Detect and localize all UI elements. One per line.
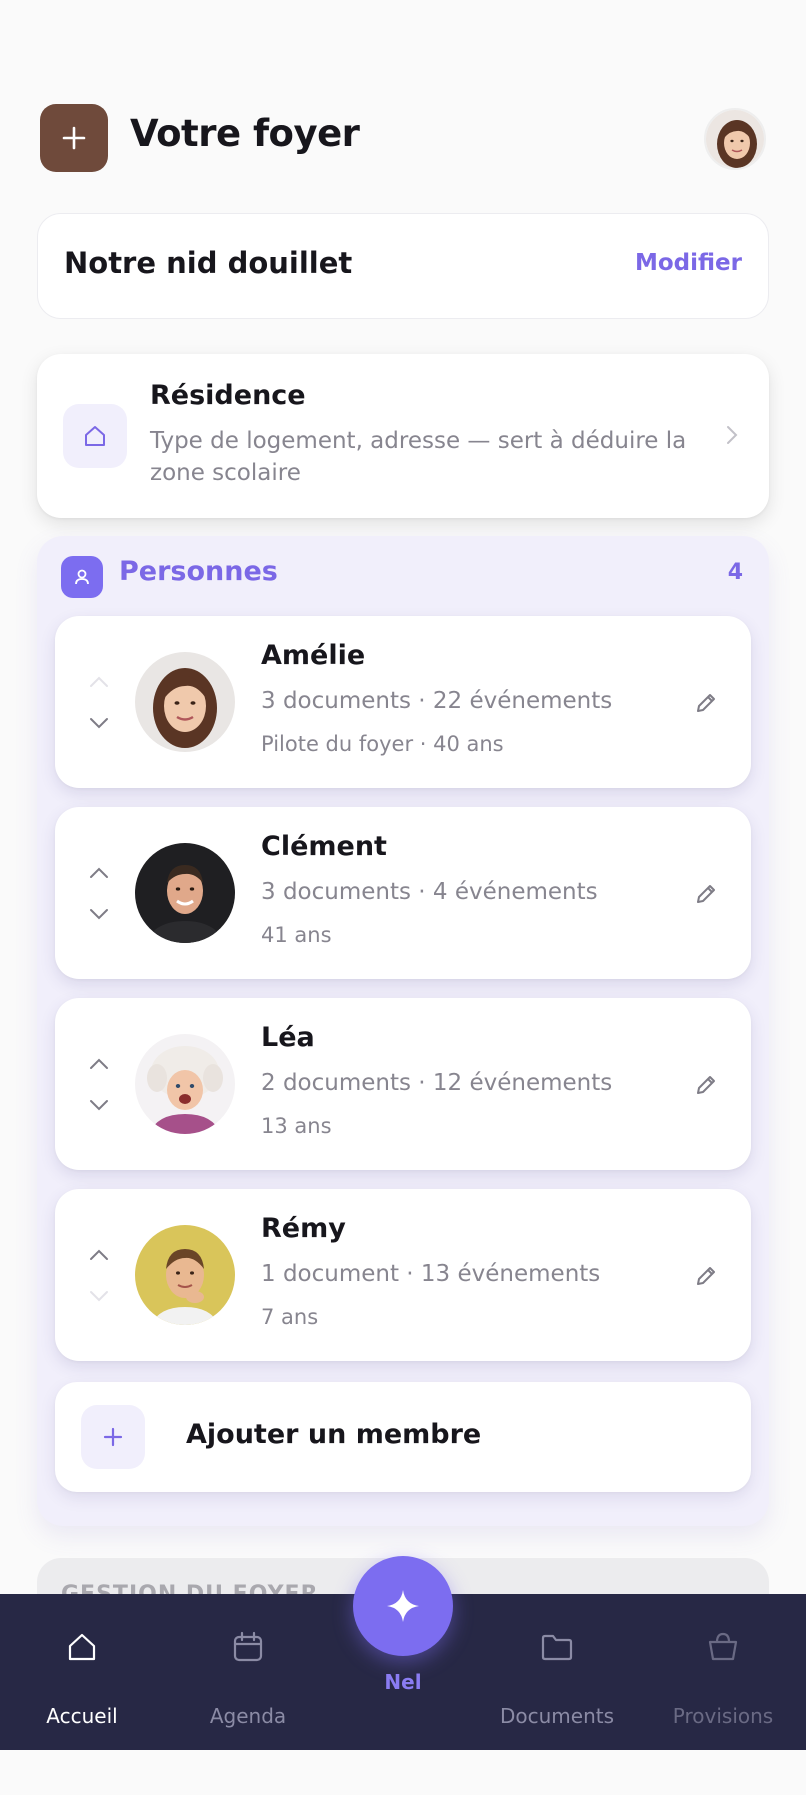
person-card[interactable]: Amélie 3 documents · 22 événements Pilot… (55, 616, 751, 788)
plus-icon (81, 1405, 145, 1469)
person-info: 13 ans (261, 1114, 332, 1138)
nav-item-provisions[interactable]: Provisions (643, 1594, 803, 1750)
add-member-label: Ajouter un membre (186, 1419, 482, 1450)
house-icon (63, 404, 127, 468)
header: Votre foyer (40, 104, 766, 174)
pencil-icon[interactable] (693, 1072, 719, 1098)
move-up-button[interactable] (87, 1247, 111, 1263)
person-card[interactable]: Rémy 1 document · 13 événements 7 ans (55, 1189, 751, 1361)
move-up-button[interactable] (87, 1056, 111, 1072)
edit-household-button[interactable]: Modifier (635, 250, 742, 276)
person-card[interactable]: Clément 3 documents · 4 événements 41 an… (55, 807, 751, 979)
nav-label: Documents (499, 1704, 615, 1728)
pencil-icon[interactable] (693, 690, 719, 716)
move-up-button[interactable] (87, 674, 111, 690)
pencil-icon[interactable] (693, 1263, 719, 1289)
nav-label: Accueil (46, 1704, 118, 1728)
basket-icon (708, 1632, 738, 1661)
person-info: 41 ans (261, 923, 332, 947)
person-name: Clément (261, 831, 387, 862)
move-down-button[interactable] (87, 715, 111, 731)
home-icon (68, 1633, 96, 1661)
move-down-button[interactable] (87, 906, 111, 922)
persons-title: Personnes (119, 556, 278, 587)
person-name: Rémy (261, 1213, 346, 1244)
person-name: Amélie (261, 640, 366, 671)
move-up-button[interactable] (87, 865, 111, 881)
nav-label-nel: Nel (384, 1670, 422, 1694)
move-down-button[interactable] (87, 1288, 111, 1304)
nav-item-agenda[interactable]: Agenda (168, 1594, 328, 1750)
avatar (135, 1225, 235, 1325)
person-stats: 2 documents · 12 événements (261, 1070, 613, 1096)
household-name: Notre nid douillet (64, 246, 353, 280)
avatar (135, 843, 235, 943)
persons-count: 4 (727, 560, 743, 585)
residence-card[interactable]: Résidence Type de logement, adresse — se… (37, 354, 769, 518)
nav-label: Provisions (672, 1704, 774, 1728)
person-name: Léa (261, 1022, 315, 1053)
page-title: Votre foyer (130, 112, 360, 155)
person-icon (61, 556, 103, 598)
nav-label: Agenda (209, 1704, 287, 1728)
person-stats: 3 documents · 4 événements (261, 879, 598, 905)
person-stats: 1 document · 13 événements (261, 1261, 601, 1287)
nav-item-accueil[interactable]: Accueil (2, 1594, 162, 1750)
chevron-right-icon (725, 424, 739, 450)
calendar-icon (233, 1631, 263, 1662)
person-info: Pilote du foyer · 40 ans (261, 732, 504, 756)
pencil-icon[interactable] (693, 881, 719, 907)
persons-section: Personnes 4 Amélie 3 documents · 22 évén… (37, 536, 769, 1526)
sparkle-icon (387, 1590, 419, 1622)
residence-title: Résidence (150, 380, 306, 411)
avatar (135, 652, 235, 752)
person-stats: 3 documents · 22 événements (261, 688, 613, 714)
residence-description: Type de logement, adresse — sert à dédui… (150, 428, 687, 486)
plus-icon (62, 126, 86, 150)
add-member-button[interactable]: Ajouter un membre (55, 1382, 751, 1492)
add-button[interactable] (40, 104, 108, 172)
nel-assistant-button[interactable] (353, 1556, 453, 1656)
household-card: Notre nid douillet Modifier (37, 213, 769, 319)
user-avatar[interactable] (704, 108, 766, 170)
move-down-button[interactable] (87, 1097, 111, 1113)
avatar (135, 1034, 235, 1134)
folder-icon (541, 1634, 573, 1661)
person-card[interactable]: Léa 2 documents · 12 événements 13 ans (55, 998, 751, 1170)
person-info: 7 ans (261, 1305, 319, 1329)
nav-item-documents[interactable]: Documents (477, 1594, 637, 1750)
